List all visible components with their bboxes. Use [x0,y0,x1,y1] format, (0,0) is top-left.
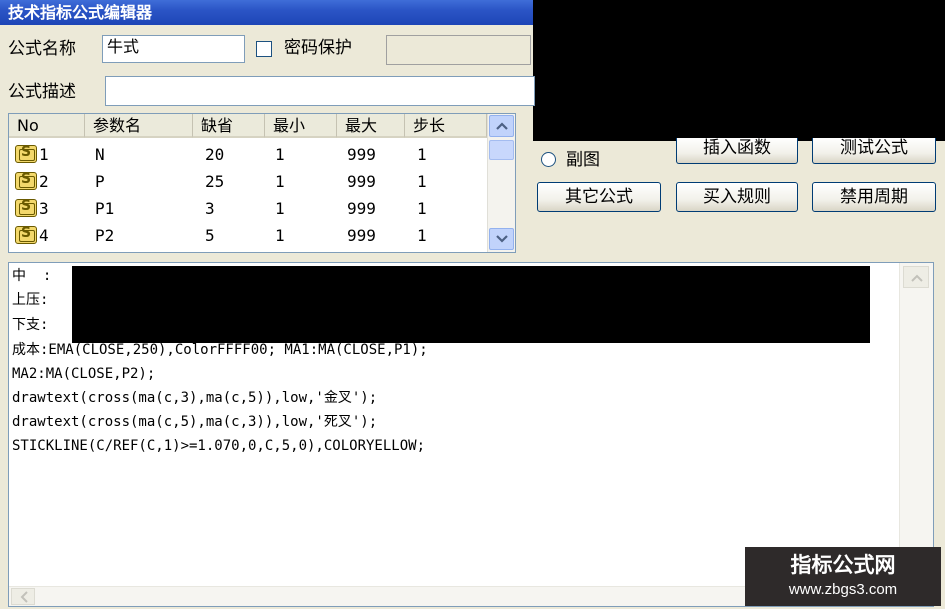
cell-step: 1 [417,199,427,218]
insert-function-button[interactable]: 插入函数 [676,138,798,164]
cell-min: 1 [275,172,285,191]
watermark-title: 指标公式网 [790,553,896,577]
cell-min: 1 [275,199,285,218]
password-checkbox[interactable] [256,41,272,57]
code-line: 下支: [12,317,49,333]
cell-no: 2 [39,172,49,191]
code-line: 上压: [12,292,49,308]
cell-max: 999 [347,226,376,245]
cell-no: 1 [39,145,49,164]
table-row[interactable]: 2 P 25 1 999 1 [9,168,487,195]
code-vertical-scrollbar[interactable] [899,263,933,586]
cell-min: 1 [275,145,285,164]
formula-name-label: 公式名称 [8,39,76,59]
cell-name: P2 [95,226,115,245]
cell-default: 20 [205,145,225,164]
cell-no: 3 [39,199,49,218]
col-header-max[interactable]: 最大 [337,114,405,138]
cell-min: 1 [275,226,285,245]
window-titlebar[interactable]: 技术指标公式编辑器 [0,0,535,25]
code-line: drawtext(cross(ma(c,5),ma(c,3)),low,'死叉'… [12,414,378,430]
test-formula-button[interactable]: 测试公式 [812,138,936,164]
col-header-step[interactable]: 步长 [405,114,487,138]
cell-max: 999 [347,172,376,191]
col-header-name[interactable]: 参数名 [85,114,193,138]
formula-desc-input[interactable] [105,76,535,106]
scroll-up-button[interactable] [489,115,514,137]
scroll-down-button[interactable] [489,228,514,250]
col-header-no[interactable]: No [9,114,85,138]
table-row[interactable]: 1 N 20 1 999 1 [9,141,487,168]
buy-rules-button[interactable]: 买入规则 [676,182,798,212]
disable-periods-button[interactable]: 禁用周期 [812,182,936,212]
formula-desc-label: 公式描述 [8,82,76,102]
cell-max: 999 [347,199,376,218]
table-row[interactable]: 4 P2 5 1 999 1 [9,222,487,249]
code-line: MA2:MA(CLOSE,P2); [12,366,156,382]
subchart-radio[interactable] [541,152,556,167]
cell-default: 25 [205,172,225,191]
col-header-min[interactable]: 最小 [265,114,337,138]
password-label: 密码保护 [284,38,352,58]
chevron-up-icon [911,274,923,282]
cell-name: N [95,145,105,164]
other-formulas-button[interactable]: 其它公式 [537,182,661,212]
code-line: drawtext(cross(ma(c,3),ma(c,5)),low,'金叉'… [12,390,378,406]
cell-name: P [95,172,105,191]
cell-name: P1 [95,199,115,218]
cell-max: 999 [347,145,376,164]
cell-default: 3 [205,199,215,218]
cell-step: 1 [417,145,427,164]
cell-step: 1 [417,226,427,245]
watermark-url: www.zbgs3.com [788,581,898,598]
col-header-default[interactable]: 缺省 [193,114,265,138]
password-input[interactable] [386,35,531,65]
redacted-region-code [72,266,870,343]
param-table-scrollbar[interactable] [487,114,515,252]
parameter-table: No 参数名 缺省 最小 最大 步长 1 N 20 1 999 1 2 P 25… [8,113,516,253]
cell-step: 1 [417,172,427,191]
table-row[interactable]: 3 P1 3 1 999 1 [9,195,487,222]
formula-name-input[interactable]: 牛式 [102,35,245,63]
window-title: 技术指标公式编辑器 [8,3,153,22]
code-scroll-up-button[interactable] [903,266,929,288]
chevron-down-icon [496,235,508,243]
code-scroll-left-button[interactable] [11,588,35,605]
code-line: 中 : [12,268,52,284]
redacted-region-top [533,0,945,141]
watermark-logo: 指标公式网 www.zbgs3.com [745,547,941,606]
chevron-up-icon [496,122,508,130]
scroll-thumb[interactable] [489,140,514,160]
cell-no: 4 [39,226,49,245]
code-line: STICKLINE(C/REF(C,1)>=1.070,0,C,5,0),COL… [12,438,426,454]
cell-default: 5 [205,226,215,245]
chevron-left-icon [20,591,28,603]
subchart-label: 副图 [566,150,600,170]
